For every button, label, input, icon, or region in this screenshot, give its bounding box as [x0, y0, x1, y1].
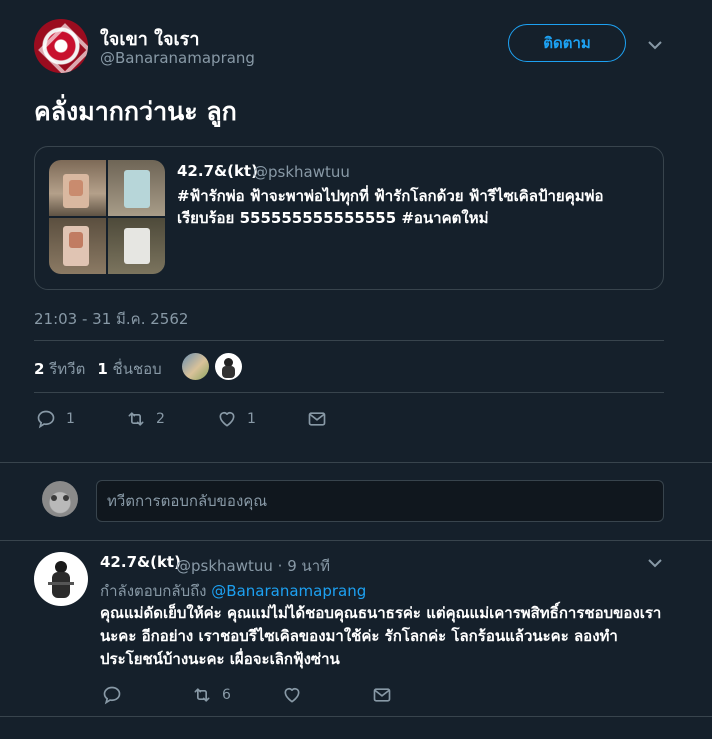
- media-photo: [49, 160, 106, 216]
- retweet-count: 6: [222, 687, 231, 703]
- media-photo: [49, 218, 106, 274]
- likes-label: ชื่นชอบ: [112, 360, 162, 378]
- quoted-tweet-card[interactable]: 42.7&(kt) @pskhawtuu #ฟ้ารักพ่อ ฟ้าจะพาพ…: [34, 146, 664, 290]
- chevron-down-icon[interactable]: [647, 555, 663, 571]
- retweet-action[interactable]: 6: [192, 685, 231, 705]
- like-action[interactable]: 1: [217, 409, 256, 429]
- tweet-detail-panel: ใจเขา ใจเรา @Banaranamaprang ติดตาม คลั่…: [0, 0, 712, 739]
- retweet-action[interactable]: 2: [126, 409, 165, 429]
- quoted-tweet-text: #ฟ้ารักพ่อ ฟ้าจะพาพ่อไปทุกที่ ฟ้ารักโลกด…: [177, 187, 604, 227]
- reply-action[interactable]: [102, 685, 122, 705]
- author-avatar[interactable]: [34, 19, 88, 73]
- divider: [34, 392, 664, 393]
- reply-author-name[interactable]: 42.7&(kt): [100, 553, 181, 571]
- reply-icon: [103, 686, 121, 705]
- like-count: 1: [247, 411, 256, 427]
- tweet-stats: 2 รีทวีต 1 ชื่นชอบ: [34, 357, 162, 381]
- tweet-timestamp[interactable]: 21:03 - 31 มี.ค. 2562: [34, 307, 188, 331]
- envelope-icon: [308, 412, 326, 426]
- envelope-icon: [373, 688, 391, 702]
- reply-action[interactable]: 1: [36, 409, 75, 429]
- like-action[interactable]: [282, 685, 302, 705]
- replying-to-handle[interactable]: @Banaranamaprang: [211, 582, 366, 600]
- divider: [0, 716, 712, 717]
- liker-avatar[interactable]: [182, 353, 209, 380]
- reply-icon: [37, 410, 55, 429]
- reply-author-avatar[interactable]: [34, 552, 88, 606]
- current-user-avatar: [42, 481, 78, 517]
- divider: [0, 462, 712, 463]
- retweets-stat[interactable]: 2 รีทวีต: [34, 357, 85, 381]
- reply-text: คุณแม่ดัดเย็บให้ค่ะ คุณแม่ไม่ได้ชอบคุณธน…: [100, 604, 662, 668]
- retweets-label: รีทวีต: [49, 360, 86, 378]
- quoted-author-name[interactable]: 42.7&(kt): [177, 162, 258, 180]
- direct-message-action[interactable]: [307, 409, 327, 429]
- media-photo: [108, 160, 165, 216]
- chevron-down-icon[interactable]: [647, 37, 663, 53]
- retweet-count: 2: [156, 411, 165, 427]
- reply-author-meta[interactable]: @pskhawtuu · 9 นาที: [176, 554, 330, 578]
- follow-button[interactable]: ติดตาม: [508, 24, 626, 62]
- reply-input[interactable]: [96, 480, 664, 522]
- author-handle[interactable]: @Banaranamaprang: [100, 49, 255, 67]
- direct-message-action[interactable]: [372, 685, 392, 705]
- reply-count: 1: [66, 411, 75, 427]
- divider: [0, 540, 712, 541]
- heart-icon: [219, 411, 235, 427]
- liker-avatar[interactable]: [215, 353, 242, 380]
- likes-count: 1: [97, 360, 108, 378]
- media-photo: [108, 218, 165, 274]
- retweet-icon: [194, 688, 210, 702]
- likes-stat[interactable]: 1 ชื่นชอบ: [97, 357, 161, 381]
- quoted-author-handle[interactable]: @pskhawtuu: [253, 163, 350, 181]
- replying-to: กำลังตอบกลับถึง @Banaranamaprang: [100, 579, 366, 603]
- divider: [34, 340, 664, 341]
- retweets-count: 2: [34, 360, 45, 378]
- quoted-tweet-media[interactable]: [49, 160, 165, 274]
- heart-icon: [284, 687, 300, 703]
- tweet-text: คลั่งมากกว่านะ ลูก: [34, 97, 237, 126]
- retweet-icon: [128, 412, 144, 426]
- replying-to-prefix: กำลังตอบกลับถึง: [100, 582, 207, 600]
